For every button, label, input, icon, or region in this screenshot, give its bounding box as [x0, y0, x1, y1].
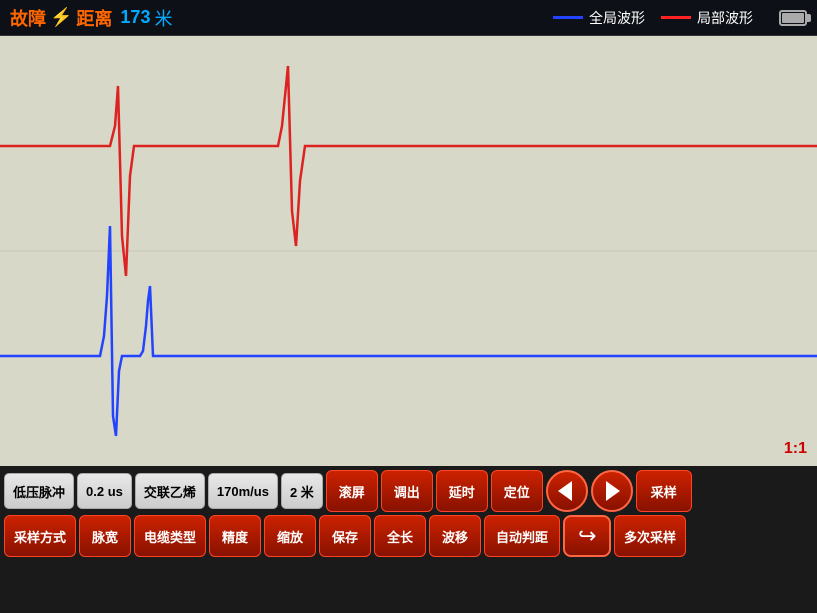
global-line-icon: [553, 16, 583, 19]
undo-button[interactable]: ↩: [563, 515, 611, 557]
full-length-button[interactable]: 全长: [374, 515, 426, 557]
recall-button[interactable]: 调出: [381, 470, 433, 512]
wave-speed-value: 170m/us: [208, 473, 278, 509]
local-line-icon: [661, 16, 691, 19]
right-arrow-button[interactable]: [591, 470, 633, 512]
legend-global-label: 全局波形: [589, 8, 645, 28]
battery-fill: [782, 13, 804, 23]
fault-label: 故障: [10, 5, 46, 31]
sample-button[interactable]: 采样: [636, 470, 692, 512]
cable-type-button[interactable]: 电缆类型: [134, 515, 206, 557]
distance-value: 173: [120, 7, 150, 28]
locate-button[interactable]: 定位: [491, 470, 543, 512]
left-arrow-icon: [558, 481, 572, 501]
precision-button[interactable]: 精度: [209, 515, 261, 557]
cable-material-value: 交联乙烯: [135, 473, 205, 509]
legend-local-label: 局部波形: [697, 8, 753, 28]
header: 故障 ⚡ 距离 173 米 全局波形 局部波形: [0, 0, 817, 36]
auto-measure-button[interactable]: 自动判距: [484, 515, 560, 557]
legend: 全局波形 局部波形: [553, 8, 807, 28]
wave-shift-button[interactable]: 波移: [429, 515, 481, 557]
right-arrow-icon: [606, 481, 620, 501]
controls: 低压脉冲 0.2 us 交联乙烯 170m/us 2 米 滚屏 调出 延时 定位…: [0, 466, 817, 613]
left-arrow-button[interactable]: [546, 470, 588, 512]
undo-icon: ↩: [578, 523, 596, 549]
waveform-svg: [0, 36, 817, 466]
legend-local: 局部波形: [661, 8, 753, 28]
scroll-button[interactable]: 滚屏: [326, 470, 378, 512]
legend-global: 全局波形: [553, 8, 645, 28]
control-row-1: 低压脉冲 0.2 us 交联乙烯 170m/us 2 米 滚屏 调出 延时 定位…: [4, 470, 813, 512]
multi-sample-button[interactable]: 多次采样: [614, 515, 686, 557]
distance-value-display: 2 米: [281, 473, 323, 509]
sample-rate-value: 0.2 us: [77, 473, 132, 509]
battery-icon: [779, 10, 807, 26]
ratio-label: 1:1: [784, 440, 807, 458]
low-voltage-pulse-label: 低压脉冲: [4, 473, 74, 509]
chart-area: 1:1: [0, 36, 817, 466]
sample-mode-button[interactable]: 采样方式: [4, 515, 76, 557]
delay-button[interactable]: 延时: [436, 470, 488, 512]
zoom-button[interactable]: 缩放: [264, 515, 316, 557]
save-button[interactable]: 保存: [319, 515, 371, 557]
distance-unit: 米: [154, 5, 172, 31]
lightning-icon: ⚡: [50, 7, 72, 28]
header-title: 故障 ⚡ 距离: [10, 5, 112, 31]
control-row-2: 采样方式 脉宽 电缆类型 精度 缩放 保存 全长 波移 自动判距 ↩ 多次采样: [4, 515, 813, 557]
pulse-width-button[interactable]: 脉宽: [79, 515, 131, 557]
distance-label: 距离: [76, 5, 112, 31]
